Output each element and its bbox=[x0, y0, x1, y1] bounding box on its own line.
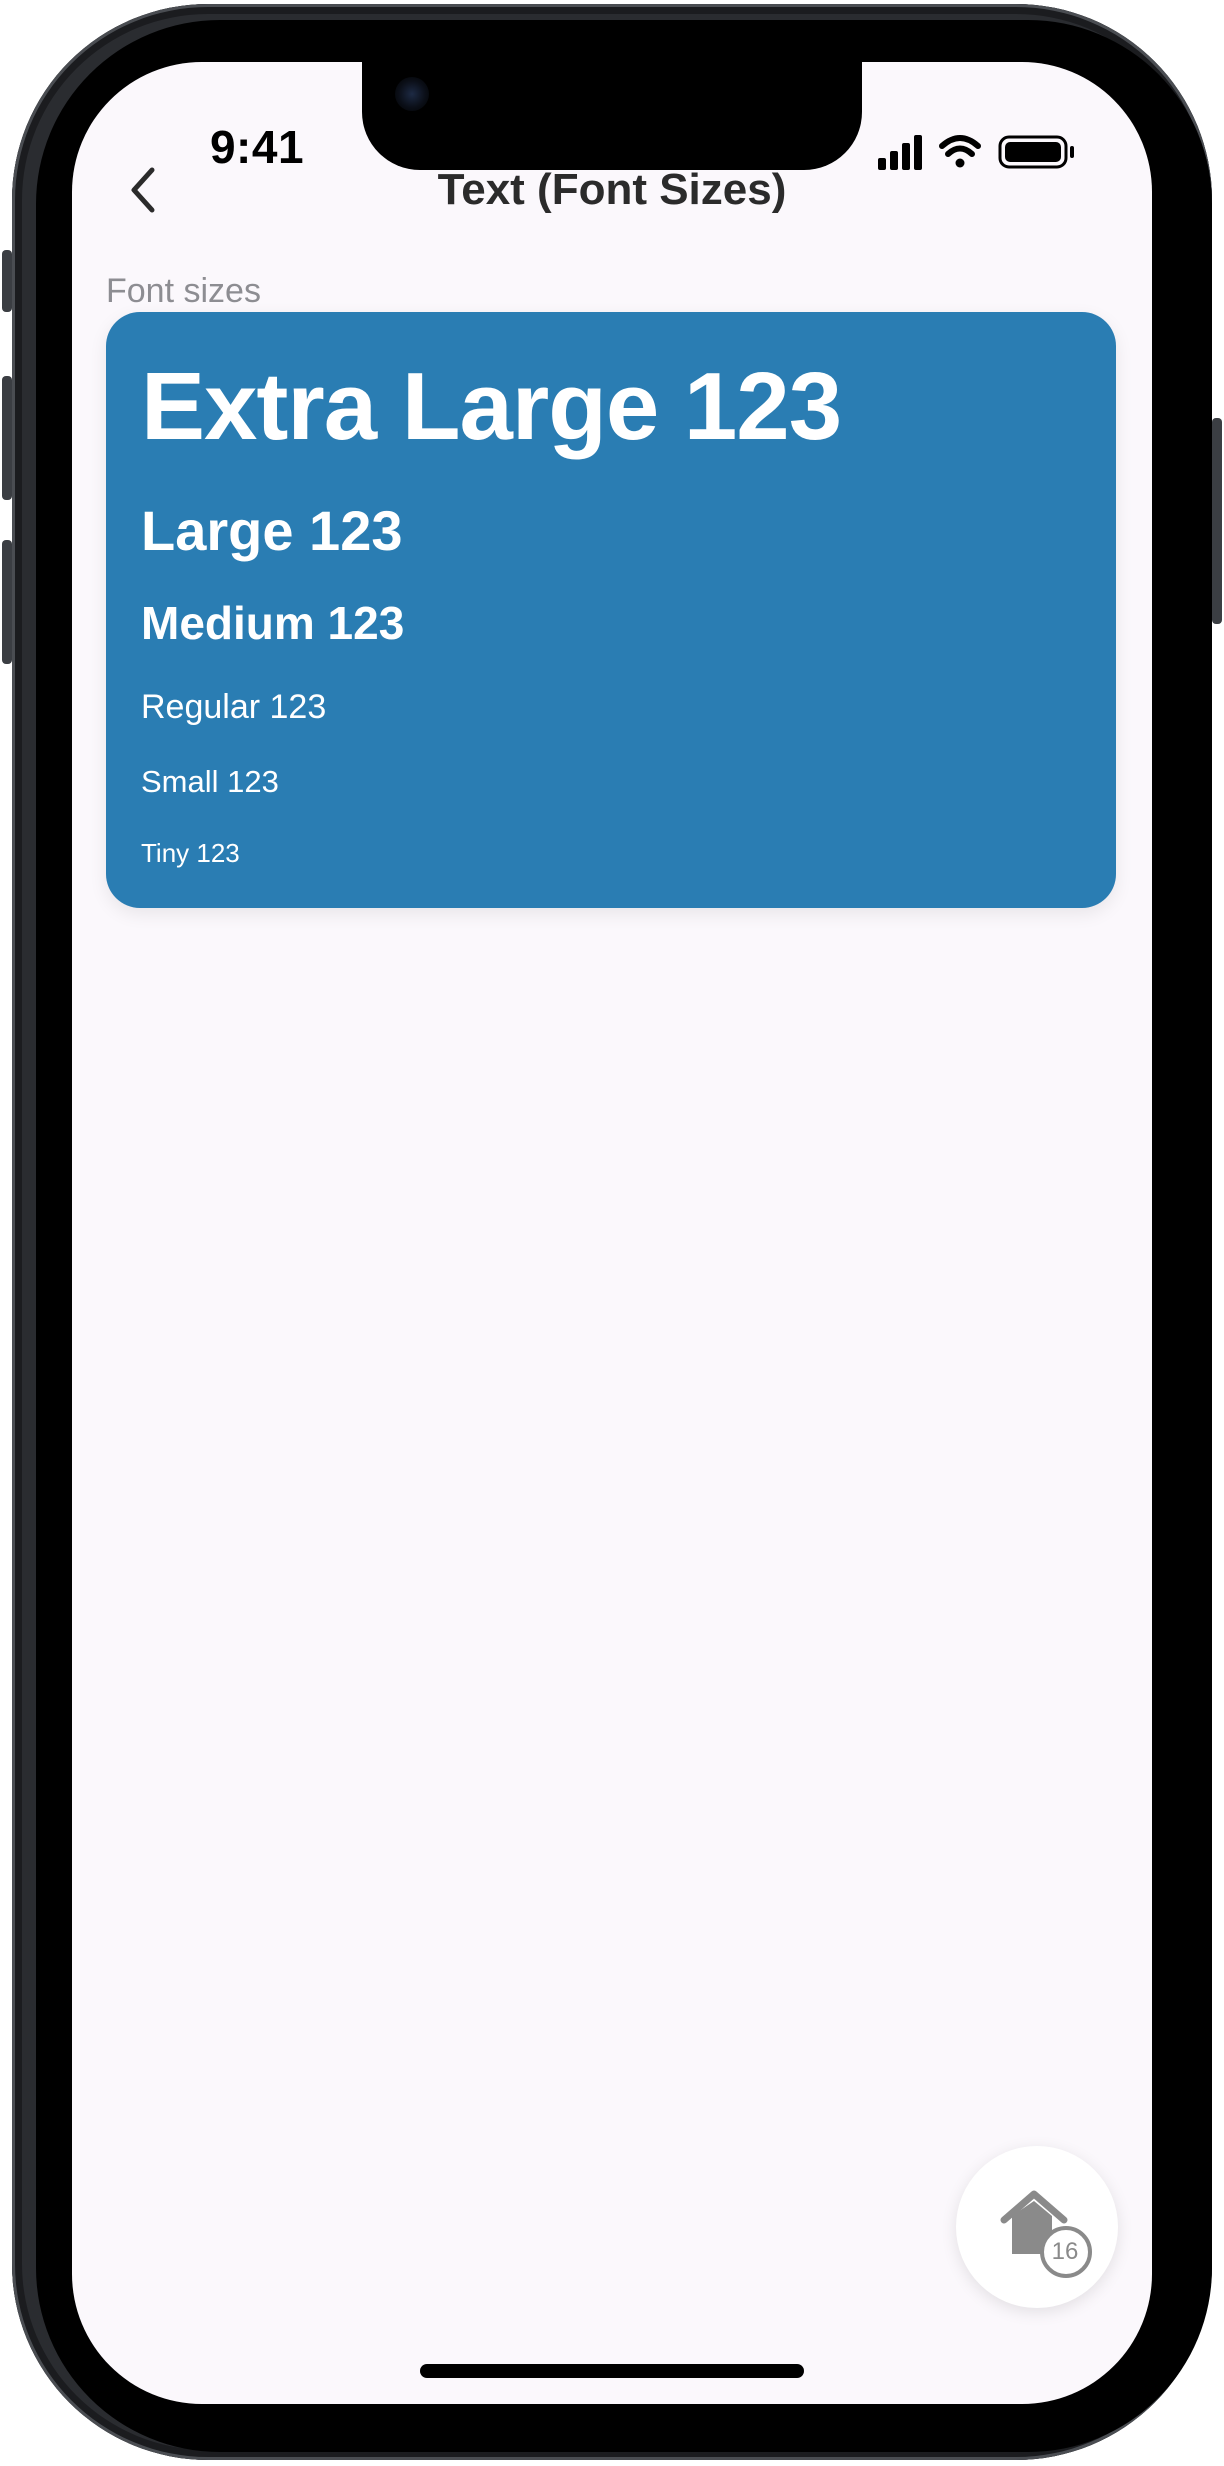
back-button[interactable] bbox=[108, 150, 178, 230]
section-label: Font sizes bbox=[106, 272, 261, 310]
volume-up-button bbox=[2, 376, 12, 500]
home-indicator bbox=[420, 2364, 804, 2378]
small-text: Small 123 bbox=[141, 764, 279, 799]
volume-down-button bbox=[2, 540, 12, 664]
extra-large-text: Extra Large 123 bbox=[141, 353, 842, 460]
page-title: Text (Font Sizes) bbox=[437, 165, 787, 214]
large-text: Large 123 bbox=[141, 499, 403, 562]
medium-text: Medium 123 bbox=[141, 597, 405, 649]
home-fab-button[interactable]: 16 bbox=[956, 2146, 1118, 2308]
tiny-text: Tiny 123 bbox=[141, 838, 240, 868]
silent-switch bbox=[2, 250, 12, 312]
badge-count: 16 bbox=[1051, 2238, 1079, 2265]
front-camera bbox=[395, 77, 429, 111]
chevron-left-icon bbox=[131, 167, 155, 213]
stage: 9:41 Text (Font Sizes) Font sizes Extra … bbox=[0, 0, 1224, 2466]
font-sizes-card: Extra Large 123 Large 123 Medium 123 Reg… bbox=[106, 312, 1116, 908]
phone-screen: 9:41 Text (Font Sizes) Font sizes Extra … bbox=[72, 62, 1152, 2404]
battery-icon bbox=[998, 135, 1074, 169]
power-button bbox=[1212, 418, 1222, 624]
regular-text: Regular 123 bbox=[141, 688, 327, 726]
